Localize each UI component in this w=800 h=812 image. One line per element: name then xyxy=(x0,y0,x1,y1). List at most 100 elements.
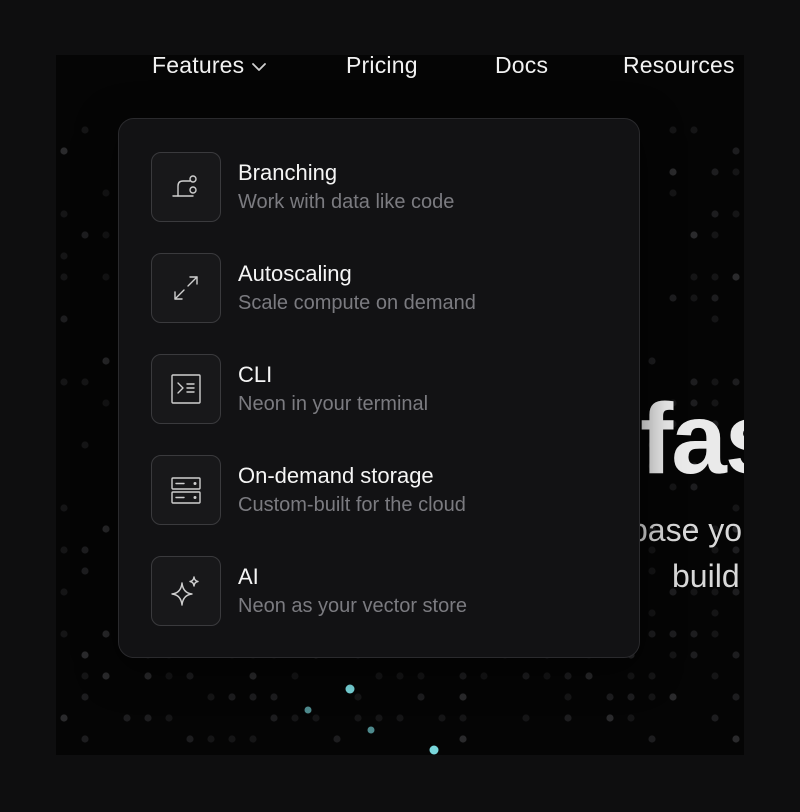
background-dot xyxy=(144,672,152,680)
accent-dot xyxy=(367,726,375,734)
background-dot xyxy=(60,147,68,155)
features-dropdown-menu: Branching Work with data like code Autos… xyxy=(118,118,640,658)
background-dot xyxy=(291,672,299,680)
background-dot xyxy=(732,273,740,281)
background-dot xyxy=(165,672,173,680)
background-dot xyxy=(543,672,551,680)
background-dot xyxy=(627,672,635,680)
background-dot xyxy=(60,210,68,218)
background-dot xyxy=(648,693,656,701)
background-dot xyxy=(102,273,110,281)
background-dot xyxy=(249,693,257,701)
background-dot xyxy=(711,609,719,617)
background-dot xyxy=(228,693,236,701)
background-dot xyxy=(375,714,383,722)
background-dot xyxy=(249,672,257,680)
expand-arrows-icon xyxy=(151,253,221,323)
background-dot xyxy=(207,735,215,743)
background-dot xyxy=(165,714,173,722)
background-dot xyxy=(627,693,635,701)
nav-docs[interactable]: Docs xyxy=(495,52,548,79)
background-dot xyxy=(564,672,572,680)
background-dot xyxy=(690,651,698,659)
background-dot xyxy=(81,378,89,386)
nav-features-label: Features xyxy=(152,52,245,78)
background-dot xyxy=(60,630,68,638)
background-dot xyxy=(60,546,68,554)
background-dot xyxy=(102,357,110,365)
chevron-down-icon xyxy=(252,63,267,71)
menu-item-autoscaling[interactable]: Autoscaling Scale compute on demand xyxy=(151,253,611,323)
accent-dot xyxy=(345,684,355,694)
background-dot xyxy=(81,567,89,575)
background-dot xyxy=(648,567,656,575)
menu-item-title: AI xyxy=(238,564,259,589)
background-dot xyxy=(186,735,194,743)
background-dot xyxy=(312,714,320,722)
background-dot xyxy=(102,231,110,239)
background-dot xyxy=(480,672,488,680)
background-dot xyxy=(669,294,677,302)
background-dot xyxy=(438,714,446,722)
background-dot xyxy=(711,168,719,176)
background-dot xyxy=(459,714,467,722)
background-dot xyxy=(417,672,425,680)
background-dot xyxy=(249,735,257,743)
nav-features[interactable]: Features xyxy=(152,52,268,79)
background-dot xyxy=(606,693,614,701)
menu-item-on-demand-storage[interactable]: On-demand storage Custom-built for the c… xyxy=(151,455,611,525)
background-dot xyxy=(123,714,131,722)
background-dot xyxy=(606,714,614,722)
background-dot xyxy=(354,714,362,722)
background-dot xyxy=(732,210,740,218)
background-dot xyxy=(690,126,698,134)
background-dot xyxy=(690,231,698,239)
background-dot xyxy=(81,693,89,701)
background-dot xyxy=(207,693,215,701)
background-dot xyxy=(711,294,719,302)
background-dot xyxy=(690,273,698,281)
background-dot xyxy=(81,735,89,743)
background-dot xyxy=(711,210,719,218)
terminal-icon xyxy=(151,354,221,424)
menu-item-cli[interactable]: CLI Neon in your terminal xyxy=(151,354,611,424)
background-dot xyxy=(60,588,68,596)
accent-dot xyxy=(429,745,439,755)
background-dot xyxy=(648,735,656,743)
background-dot xyxy=(732,147,740,155)
background-dot xyxy=(60,273,68,281)
nav-pricing[interactable]: Pricing xyxy=(346,52,418,79)
menu-item-branching[interactable]: Branching Work with data like code xyxy=(151,152,611,222)
background-dot xyxy=(81,231,89,239)
background-dot xyxy=(60,315,68,323)
background-dot xyxy=(669,189,677,197)
background-dot xyxy=(732,504,740,512)
background-dot xyxy=(186,672,194,680)
background-dot xyxy=(60,378,68,386)
nav-resources[interactable]: Resources xyxy=(623,52,735,79)
background-dot xyxy=(711,672,719,680)
background-dot xyxy=(648,609,656,617)
background-dot xyxy=(291,714,299,722)
hero-title: fas xyxy=(640,383,744,495)
background-dot xyxy=(375,672,383,680)
background-dot xyxy=(102,672,110,680)
background-dot xyxy=(228,735,236,743)
background-dot xyxy=(102,189,110,197)
menu-item-title: CLI xyxy=(238,362,273,387)
background-dot xyxy=(669,168,677,176)
background-dot xyxy=(669,693,677,701)
background-dot xyxy=(732,693,740,701)
background-dot xyxy=(396,672,404,680)
background-dot xyxy=(732,651,740,659)
branch-icon xyxy=(151,152,221,222)
background-dot xyxy=(144,714,152,722)
background-dot xyxy=(60,252,68,260)
background-dot xyxy=(711,231,719,239)
background-dot xyxy=(60,504,68,512)
menu-item-title: Branching xyxy=(238,160,338,185)
background-dot xyxy=(270,693,278,701)
background-dot xyxy=(81,546,89,554)
background-dot xyxy=(102,399,110,407)
menu-item-ai[interactable]: AI Neon as your vector store xyxy=(151,556,611,626)
